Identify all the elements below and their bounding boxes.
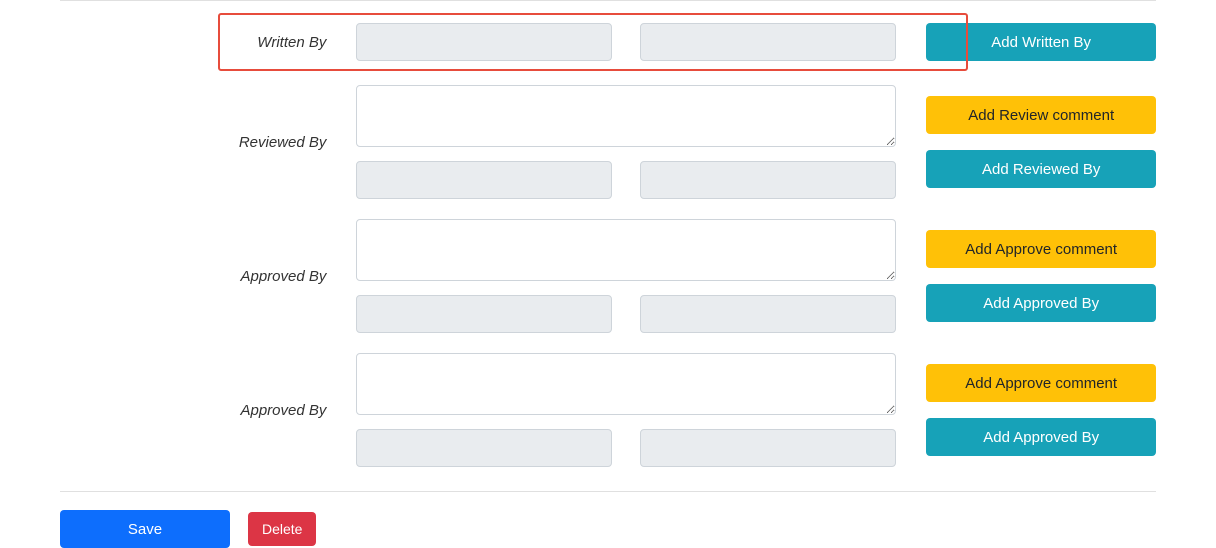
written-by-input-1[interactable] [356,23,612,61]
add-review-comment-button[interactable]: Add Review comment [926,96,1156,134]
add-reviewed-by-button[interactable]: Add Reviewed By [926,150,1156,188]
review-comment-textarea[interactable] [356,85,896,147]
reviewed-by-label: Reviewed By [60,134,326,151]
approved-by-2-input-2[interactable] [640,429,896,467]
reviewed-by-input-2[interactable] [640,161,896,199]
approved-by-2-label: Approved By [60,402,326,419]
approve-comment-2-textarea[interactable] [356,353,896,415]
add-approve-comment-2-button[interactable]: Add Approve comment [926,364,1156,402]
approve-comment-1-textarea[interactable] [356,219,896,281]
written-by-label: Written By [60,34,326,51]
approved-by-2-input-1[interactable] [356,429,612,467]
add-approved-by-1-button[interactable]: Add Approved By [926,284,1156,322]
approved-by-1-input-1[interactable] [356,295,612,333]
add-approved-by-2-button[interactable]: Add Approved By [926,418,1156,456]
form-section: Written By Add Written By Reviewed By [60,13,1156,467]
footer-buttons: Save Delete [60,510,1156,548]
delete-button[interactable]: Delete [248,512,316,546]
reviewed-by-input-1[interactable] [356,161,612,199]
add-written-by-button[interactable]: Add Written By [926,23,1156,61]
approved-by-1-label: Approved By [60,268,326,285]
save-button[interactable]: Save [60,510,230,548]
add-approve-comment-1-button[interactable]: Add Approve comment [926,230,1156,268]
written-by-input-2[interactable] [640,23,896,61]
approved-by-1-input-2[interactable] [640,295,896,333]
